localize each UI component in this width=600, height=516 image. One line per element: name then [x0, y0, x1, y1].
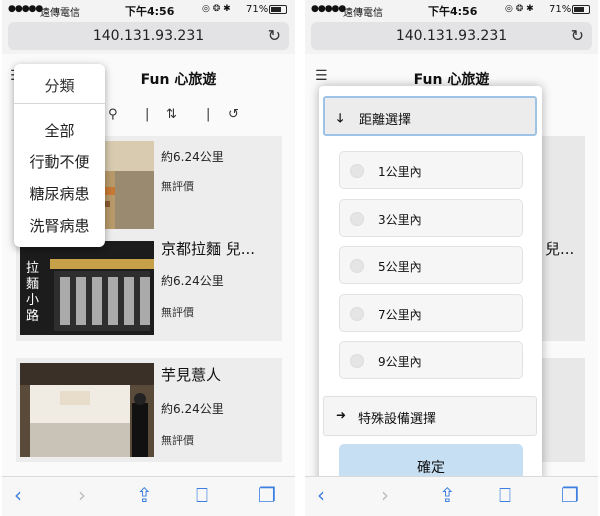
- undo-icon[interactable]: ↺: [228, 107, 239, 122]
- address-bar: 140.131.93.231 ↻: [2, 20, 295, 54]
- distance-option-5km[interactable]: 5公里內: [339, 246, 523, 284]
- category-item-all[interactable]: 全部: [14, 120, 105, 141]
- signal-strength: ●●●●●: [8, 4, 43, 14]
- browser-toolbar: ‹ › ⇪ ⎕ ❐: [2, 476, 295, 516]
- url-field[interactable]: 140.131.93.231 ↻: [311, 22, 592, 50]
- status-time: 下午4:56: [125, 5, 175, 18]
- restaurant-photo: 拉麵小路: [20, 241, 154, 335]
- phone-screen-distance-filter: ●●●●● 遠傳電信 下午4:56 ◎ ❂ ✱ 71% 140.131.93.2…: [305, 0, 598, 516]
- item-distance: 約6.24公里: [161, 402, 224, 416]
- item-name: 芋見薏人: [161, 366, 222, 384]
- arrow-right-icon: ➜: [336, 408, 347, 422]
- status-time: 下午4:56: [428, 5, 478, 18]
- distance-option-1km[interactable]: 1公里內: [339, 151, 523, 189]
- item-distance: 約6.24公里: [161, 150, 224, 164]
- list-item[interactable]: 芋見薏人 約6.24公里 無評價: [16, 358, 282, 462]
- category-item-diabetes[interactable]: 糖尿病患: [14, 183, 105, 204]
- option-label: 1公里內: [378, 165, 422, 179]
- toolbar-divider: |: [206, 107, 211, 122]
- tabs-icon[interactable]: ❐: [561, 483, 579, 507]
- radio-icon: [350, 354, 364, 368]
- carrier-name: 遠傳電信: [343, 8, 383, 19]
- carrier-name: 遠傳電信: [40, 8, 80, 19]
- search-icon[interactable]: ⚲: [108, 107, 118, 122]
- toolbar-divider: |: [145, 107, 150, 122]
- option-label: 5公里內: [378, 260, 422, 274]
- reload-icon[interactable]: ↻: [571, 26, 584, 45]
- battery-percentage: 71%: [246, 4, 269, 15]
- status-icons: ◎ ❂ ✱: [202, 4, 231, 14]
- item-distance: 約6.24公里: [161, 274, 224, 288]
- bookmarks-icon[interactable]: ⎕: [499, 483, 511, 507]
- category-item-mobility[interactable]: 行動不便: [14, 151, 105, 172]
- option-label: 7公里內: [378, 308, 422, 322]
- status-bar: ●●●●● 遠傳電信 下午4:56 ◎ ❂ ✱ 71%: [305, 0, 598, 20]
- radio-icon: [350, 307, 364, 321]
- address-bar: 140.131.93.231 ↻: [305, 20, 598, 54]
- browser-toolbar: ‹ › ⇪ ⎕ ❐: [305, 476, 598, 516]
- arrow-down-icon: 🡓: [337, 111, 344, 125]
- distance-section-label: 距離選擇: [359, 113, 412, 128]
- tabs-icon[interactable]: ❐: [258, 483, 276, 507]
- category-item-dialysis[interactable]: 洗腎病患: [14, 215, 105, 236]
- facility-section-label: 特殊設備選擇: [358, 412, 437, 427]
- distance-option-9km[interactable]: 9公里內: [339, 341, 523, 379]
- signal-strength: ●●●●●: [311, 4, 346, 14]
- sort-icon[interactable]: ⇅: [166, 107, 177, 122]
- distance-option-7km[interactable]: 7公里內: [339, 294, 523, 332]
- sign-text: 拉麵小路: [26, 261, 40, 324]
- share-icon[interactable]: ⇪: [136, 483, 153, 507]
- battery-percentage: 71%: [549, 4, 572, 15]
- back-icon[interactable]: ‹: [317, 483, 325, 507]
- url-text: 140.131.93.231: [92, 28, 205, 44]
- option-label: 3公里內: [378, 213, 422, 227]
- distance-filter-panel: 🡓 距離選擇 1公里內 3公里內 5公里內 7公里內 9公里內 ➜ 特殊設備選擇…: [319, 86, 542, 516]
- url-field[interactable]: 140.131.93.231 ↻: [8, 22, 289, 50]
- radio-icon: [350, 259, 364, 273]
- facility-section-toggle[interactable]: ➜ 特殊設備選擇: [323, 396, 537, 436]
- restaurant-photo: [20, 363, 154, 457]
- distance-option-3km[interactable]: 3公里內: [339, 199, 523, 237]
- battery-icon: [269, 5, 287, 14]
- item-rating: 無評價: [161, 306, 194, 319]
- share-icon[interactable]: ⇪: [439, 483, 456, 507]
- forward-icon[interactable]: ›: [78, 483, 86, 507]
- item-name-partial: 兒...: [545, 240, 575, 258]
- reload-icon[interactable]: ↻: [268, 26, 281, 45]
- radio-icon: [350, 212, 364, 226]
- status-bar: ●●●●● 遠傳電信 下午4:56 ◎ ❂ ✱ 71%: [2, 0, 295, 20]
- phone-screen-category-menu: ●●●●● 遠傳電信 下午4:56 ◎ ❂ ✱ 71% 140.131.93.2…: [2, 0, 295, 516]
- option-label: 9公里內: [378, 355, 422, 369]
- forward-icon[interactable]: ›: [381, 483, 389, 507]
- back-icon[interactable]: ‹: [14, 483, 22, 507]
- item-name: 京都拉麵 兒...: [161, 240, 256, 258]
- item-rating: 無評價: [161, 180, 194, 193]
- list-item[interactable]: 拉麵小路 京都拉麵 兒... 約6.24公里 無評價: [16, 236, 282, 341]
- battery-icon: [572, 5, 590, 14]
- item-rating: 無評價: [161, 434, 194, 447]
- bookmarks-icon[interactable]: ⎕: [196, 483, 208, 507]
- radio-icon: [350, 164, 364, 178]
- category-dropdown: 分類 全部 行動不便 糖尿病患 洗腎病患: [14, 64, 105, 247]
- distance-section-toggle[interactable]: 🡓 距離選擇: [323, 96, 537, 136]
- category-header: 分類: [14, 64, 105, 104]
- status-icons: ◎ ❂ ✱: [505, 4, 534, 14]
- url-text: 140.131.93.231: [395, 28, 508, 44]
